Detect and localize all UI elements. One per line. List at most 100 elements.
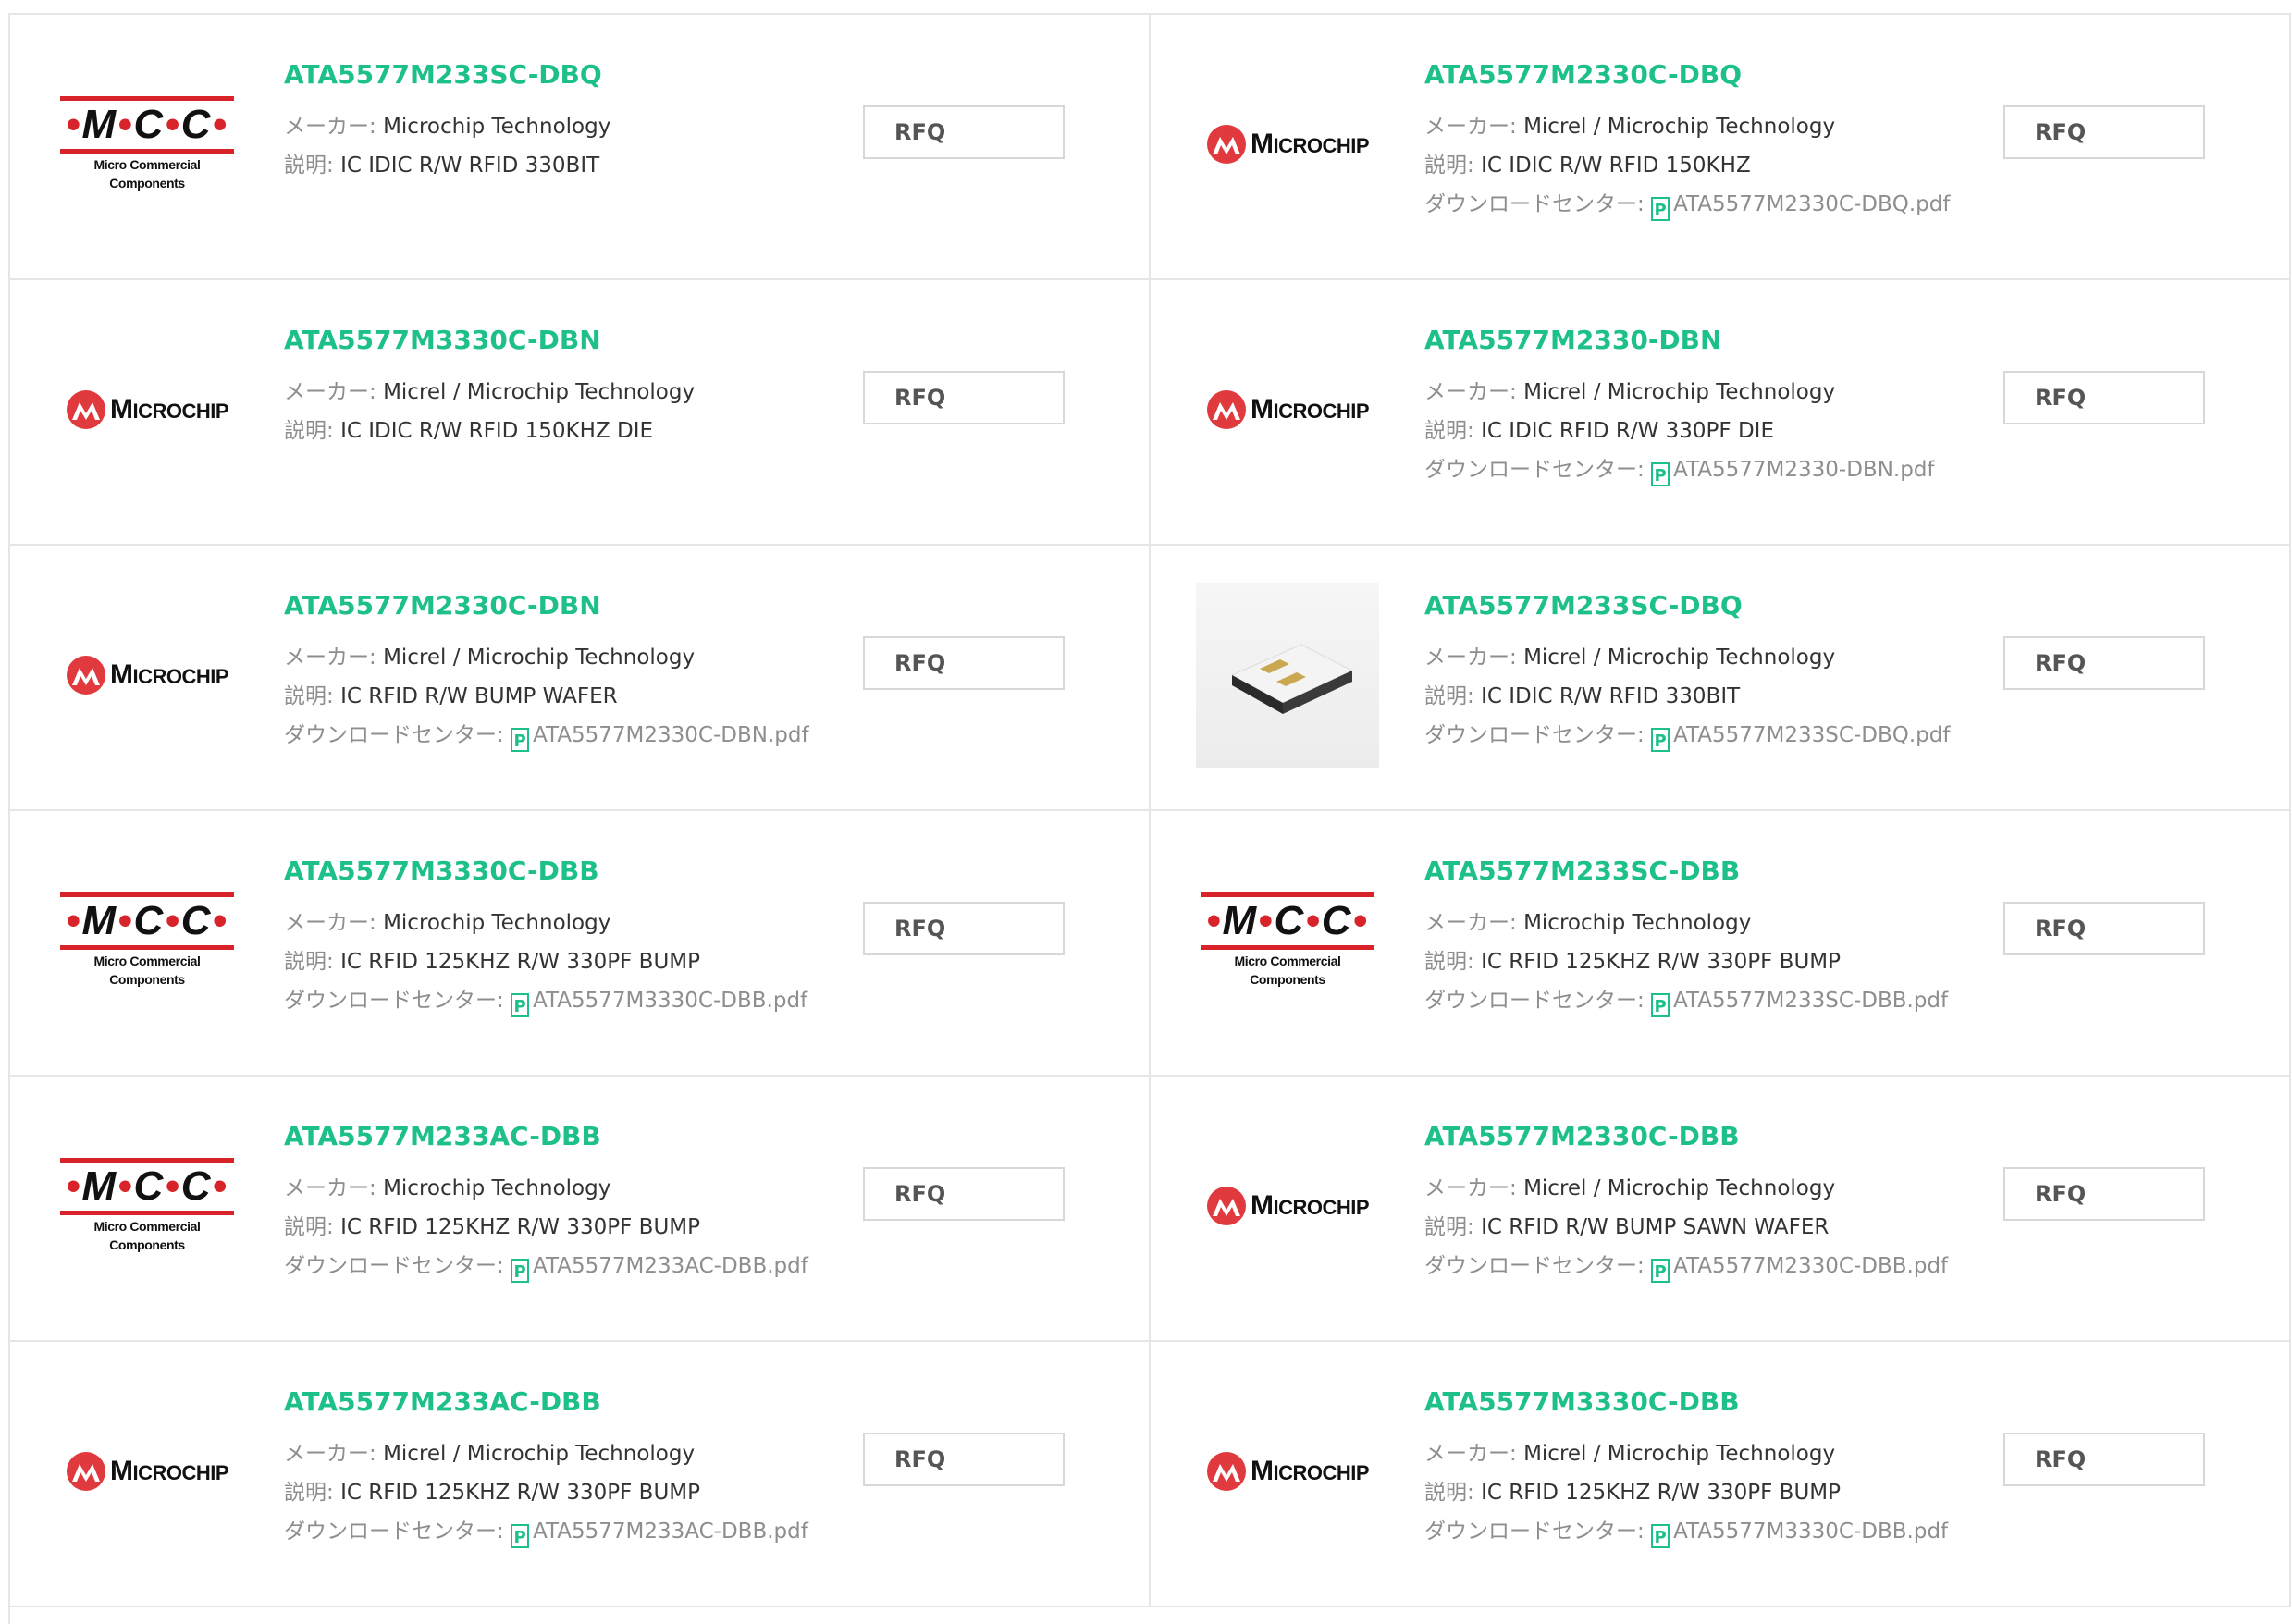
maker-line: メーカー: Microchip Technology (284, 107, 857, 146)
description-value: IC RFID 125KHZ R/W 330PF BUMP (1481, 950, 1841, 974)
manufacturer-logo[interactable]: MICROCHIP (1188, 1397, 1387, 1545)
part-number-link[interactable]: ATA5577M233AC-DBB (284, 1121, 857, 1152)
download-line: ダウンロードセンター: P ATA5577M2330C-DBQ.pdf (1424, 185, 1998, 224)
part-number-link[interactable]: ATA5577M233SC-DBQ (1424, 590, 1998, 621)
maker-label: メーカー: (1424, 115, 1524, 139)
manufacturer-logo[interactable]: MICROCHIP (1188, 1132, 1387, 1280)
product-info: ATA5577M2330-DBN メーカー: Micrel / Microchip… (1424, 325, 1998, 489)
mcc-logo: •M•C•C• Micro Commercial Components (56, 1158, 238, 1254)
datasheet-link[interactable]: P ATA5577M3330C-DBB.pdf (1651, 1519, 1948, 1548)
rfq-button[interactable]: RFQ (2003, 105, 2205, 159)
product-card: •M•C•C• Micro Commercial Components ATA557… (10, 1077, 1151, 1342)
part-number-link[interactable]: ATA5577M2330C-DBB (1424, 1121, 1998, 1152)
manufacturer-logo[interactable]: MICROCHIP (47, 336, 247, 484)
manufacturer-logo[interactable]: •M•C•C• Micro Commercial Components (47, 867, 247, 1015)
description-value: IC IDIC RFID R/W 330PF DIE (1481, 419, 1774, 443)
manufacturer-logo[interactable] (1188, 583, 1387, 768)
manufacturer-logo[interactable]: MICROCHIP (47, 601, 247, 749)
description-label: 説明: (284, 154, 341, 178)
maker-label: メーカー: (284, 115, 384, 139)
microchip-logo: MICROCHIP (1206, 124, 1370, 165)
datasheet-link[interactable]: P ATA5577M233AC-DBB.pdf (511, 1254, 808, 1283)
part-number-link[interactable]: ATA5577M3330C-DBB (1424, 1386, 1998, 1418)
datasheet-link[interactable]: P ATA5577M2330-DBN.pdf (1651, 458, 1935, 486)
rfq-button[interactable]: RFQ (863, 371, 1065, 424)
microchip-logo: MICROCHIP (1206, 389, 1370, 430)
download-line: ダウンロードセンター: P ATA5577M2330C-DBN.pdf (284, 716, 857, 755)
maker-line: メーカー: Micrel / Microchip Technology (1424, 107, 1998, 146)
maker-value: Microchip Technology (383, 115, 611, 139)
manufacturer-logo[interactable]: MICROCHIP (47, 1397, 247, 1545)
description-label: 説明: (284, 950, 341, 974)
part-number-link[interactable]: ATA5577M233AC-DBB (284, 1386, 857, 1418)
maker-line: メーカー: Micrel / Microchip Technology (1424, 1434, 1998, 1473)
microchip-logo: MICROCHIP (1206, 1186, 1370, 1226)
rfq-button[interactable]: RFQ (863, 1433, 1065, 1486)
rfq-button[interactable]: RFQ (2003, 1167, 2205, 1221)
chip-package-image (1230, 644, 1354, 714)
product-info: ATA5577M3330C-DBB メーカー: Microchip Technol… (284, 855, 857, 1020)
microchip-logo: MICROCHIP (66, 655, 229, 695)
pdf-icon: P (511, 993, 530, 1017)
description-value: IC IDIC R/W RFID 150KHZ (1481, 154, 1751, 178)
rfq-button[interactable]: RFQ (2003, 371, 2205, 424)
maker-label: メーカー: (1424, 911, 1524, 935)
product-card: MICROCHIP ATA5577M3330C-DBN メーカー: Micrel /… (10, 280, 1151, 546)
description-line: 説明: IC RFID 125KHZ R/W 330PF BUMP (284, 942, 857, 981)
description-value: IC RFID R/W BUMP SAWN WAFER (1481, 1215, 1830, 1239)
part-number-link[interactable]: ATA5577M2330-DBN (1424, 325, 1998, 356)
part-number-link[interactable]: ATA5577M3330C-DBB (284, 855, 857, 887)
download-label: ダウンロードセンター: (1424, 989, 1652, 1013)
download-line: ダウンロードセンター: P ATA5577M2330C-DBB.pdf (1424, 1247, 1998, 1286)
maker-value: Micrel / Microchip Technology (383, 646, 696, 670)
product-info: ATA5577M233SC-DBQ メーカー: Microchip Technol… (284, 59, 857, 185)
microchip-logo-icon (1206, 125, 1246, 164)
rfq-button[interactable]: RFQ (2003, 1433, 2205, 1486)
datasheet-link[interactable]: P ATA5577M233SC-DBB.pdf (1651, 989, 1948, 1017)
datasheet-link[interactable]: P ATA5577M2330C-DBQ.pdf (1651, 192, 1950, 221)
product-card: MICROCHIP ATA5577M233AC-DBB メーカー: Micrel /… (10, 1342, 1151, 1607)
product-info: ATA5577M233AC-DBB メーカー: Micrel / Microchi… (284, 1386, 857, 1551)
download-label: ダウンロードセンター: (284, 1254, 511, 1278)
product-card: MICROCHIP ATA5577M3330C-DBB メーカー: Micrel /… (1151, 1342, 2291, 1607)
product-card: ATA5577M233SC-DBQ メーカー: Micrel / Microchi… (1151, 546, 2291, 811)
datasheet-link[interactable]: P ATA5577M233SC-DBQ.pdf (1651, 723, 1950, 752)
pdf-icon: P (511, 1259, 530, 1283)
datasheet-link[interactable]: P ATA5577M2330C-DBN.pdf (511, 723, 809, 752)
product-card: MICROCHIP ATA5577M2330C-DBQ メーカー: Micrel /… (1151, 15, 2291, 280)
datasheet-link[interactable]: P ATA5577M233AC-DBB.pdf (511, 1519, 808, 1548)
description-label: 説明: (284, 419, 341, 443)
rfq-button[interactable]: RFQ (863, 636, 1065, 690)
maker-value: Microchip Technology (383, 1176, 611, 1200)
download-label: ダウンロードセンター: (1424, 458, 1652, 482)
microchip-logo-icon (1206, 390, 1246, 429)
manufacturer-logo[interactable]: MICROCHIP (1188, 70, 1387, 218)
rfq-button[interactable]: RFQ (2003, 902, 2205, 955)
product-photo (1196, 583, 1379, 768)
part-number-link[interactable]: ATA5577M233SC-DBB (1424, 855, 1998, 887)
description-line: 説明: IC RFID 125KHZ R/W 330PF BUMP (1424, 942, 1998, 981)
description-value: IC RFID 125KHZ R/W 330PF BUMP (340, 950, 700, 974)
product-card: •M•C•C• Micro Commercial Components ATA557… (1151, 811, 2291, 1077)
part-number-link[interactable]: ATA5577M3330C-DBN (284, 325, 857, 356)
part-number-link[interactable]: ATA5577M2330C-DBN (284, 590, 857, 621)
download-line: ダウンロードセンター: P ATA5577M233SC-DBQ.pdf (1424, 716, 1998, 755)
maker-line: メーカー: Micrel / Microchip Technology (284, 373, 857, 412)
download-label: ダウンロードセンター: (1424, 723, 1652, 747)
part-number-link[interactable]: ATA5577M233SC-DBQ (284, 59, 857, 91)
part-number-link[interactable]: ATA5577M2330C-DBQ (1424, 59, 1998, 91)
manufacturer-logo[interactable]: •M•C•C• Micro Commercial Components (47, 1132, 247, 1280)
pdf-icon: P (511, 728, 530, 752)
rfq-button[interactable]: RFQ (863, 105, 1065, 159)
manufacturer-logo[interactable]: MICROCHIP (1188, 336, 1387, 484)
description-line: 説明: IC IDIC R/W RFID 150KHZ DIE (284, 412, 857, 450)
rfq-button[interactable]: RFQ (863, 1167, 1065, 1221)
manufacturer-logo[interactable]: •M•C•C• Micro Commercial Components (1188, 867, 1387, 1015)
manufacturer-logo[interactable]: •M•C•C• Micro Commercial Components (47, 70, 247, 218)
pdf-icon: P (1651, 1524, 1670, 1548)
mcc-logo: •M•C•C• Micro Commercial Components (56, 96, 238, 192)
datasheet-link[interactable]: P ATA5577M2330C-DBB.pdf (1651, 1254, 1948, 1283)
rfq-button[interactable]: RFQ (863, 902, 1065, 955)
rfq-button[interactable]: RFQ (2003, 636, 2205, 690)
datasheet-link[interactable]: P ATA5577M3330C-DBB.pdf (511, 989, 807, 1017)
